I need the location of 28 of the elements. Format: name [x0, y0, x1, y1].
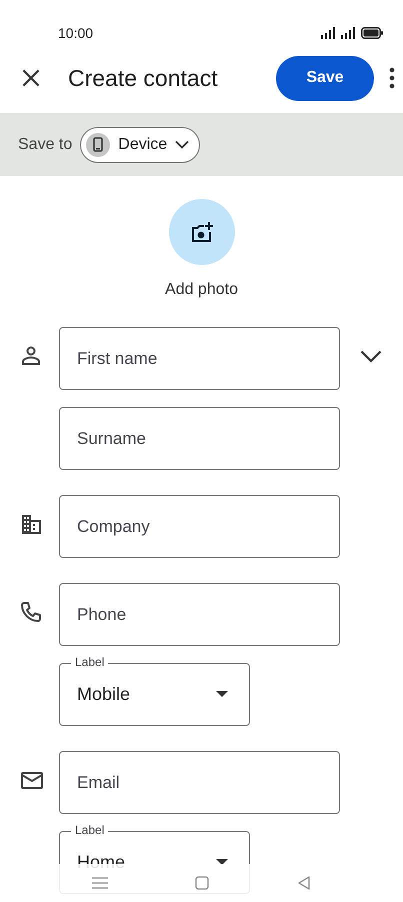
- signal-icon: [341, 27, 357, 39]
- building-icon: [20, 512, 44, 535]
- save-to-label: Save to: [18, 134, 72, 154]
- input-field[interactable]: Email: [59, 751, 340, 814]
- dropdown-value: Home: [77, 851, 126, 874]
- menu-icon[interactable]: [92, 877, 108, 889]
- home-icon[interactable]: [195, 876, 210, 890]
- screen-title: Create contact: [68, 64, 218, 93]
- add-photo-icon: [190, 221, 214, 243]
- clock-time: 10:00: [58, 24, 94, 42]
- input-field[interactable]: Surname: [59, 407, 340, 470]
- back-icon[interactable]: [297, 876, 312, 890]
- more-options-icon[interactable]: [389, 67, 395, 89]
- save-button[interactable]: Save: [276, 56, 374, 100]
- dropdown-arrow-icon: [216, 859, 228, 866]
- expand-chevron-icon[interactable]: [360, 350, 382, 364]
- phone-device-icon: [93, 137, 104, 152]
- battery-icon: [361, 27, 383, 39]
- add-photo-label[interactable]: Add photo: [165, 278, 238, 302]
- phone-icon: [20, 600, 44, 623]
- chevron-down-icon: [175, 140, 190, 149]
- input-field[interactable]: Company: [59, 495, 340, 558]
- signal-icon: [321, 27, 337, 39]
- account-selector[interactable]: Device: [80, 126, 200, 162]
- input-field[interactable]: First name: [59, 327, 340, 390]
- dropdown-value: Mobile: [77, 683, 130, 706]
- dropdown-arrow-icon: [216, 691, 228, 698]
- input-field[interactable]: Phone: [59, 583, 340, 646]
